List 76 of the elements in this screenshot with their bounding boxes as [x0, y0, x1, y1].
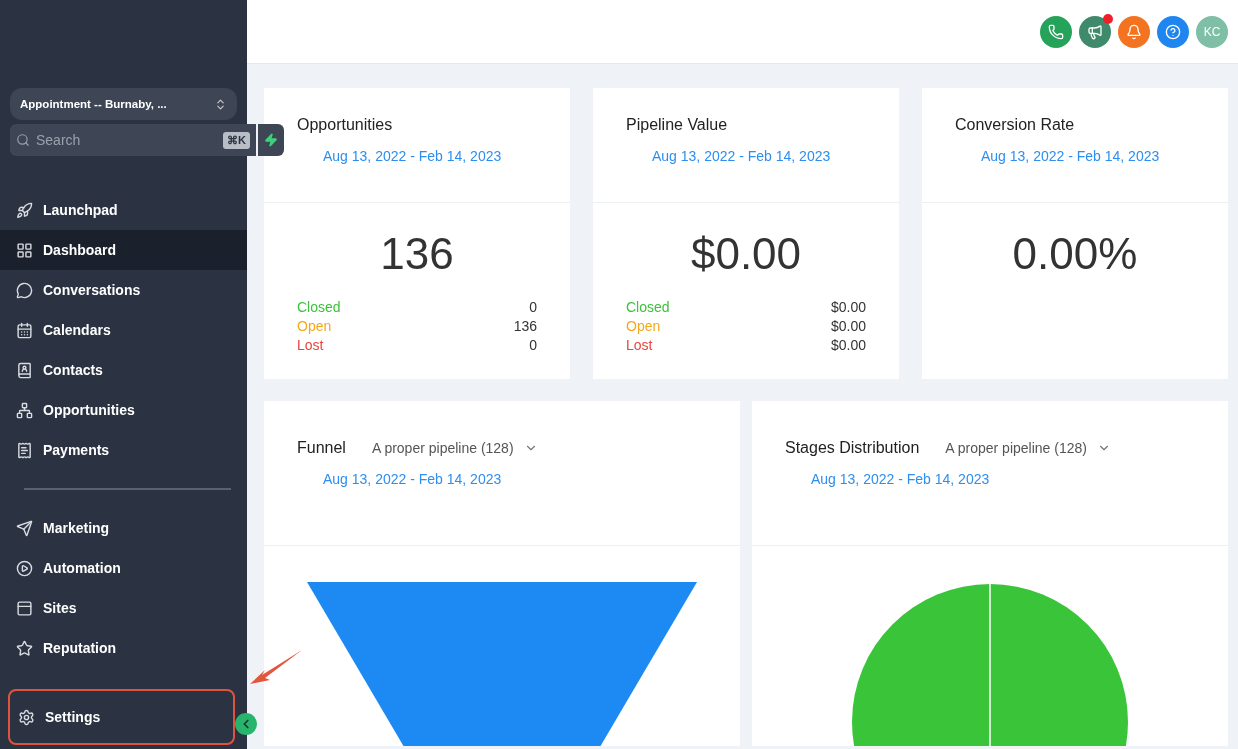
megaphone-button[interactable]: [1079, 15, 1111, 48]
sidebar-item-label: Launchpad: [43, 202, 118, 218]
network-icon: [16, 401, 33, 419]
grid-icon: [16, 241, 33, 259]
sidebar-item-label: Automation: [43, 560, 121, 576]
sidebar-item[interactable]: Marketing: [0, 508, 247, 548]
settings-icon: [18, 708, 35, 726]
sidebar-item-label: Sites: [43, 600, 77, 616]
status-value: 0: [529, 299, 537, 315]
search-icon: [16, 133, 30, 147]
sidebar-item[interactable]: Dashboard: [0, 230, 247, 270]
card-title: Opportunities: [297, 116, 394, 134]
stat-value: 136: [379, 229, 455, 279]
calendar-icon: [16, 321, 33, 339]
quick-action-button[interactable]: [257, 124, 284, 156]
stat-value: $0.00: [689, 229, 803, 279]
search-field[interactable]: Search ⌘K: [10, 124, 256, 156]
sidebar-item[interactable]: Payments: [0, 430, 247, 470]
pipeline-dropdown[interactable]: A proper pipeline (128): [371, 440, 538, 456]
lightning-icon: [263, 133, 278, 147]
phone-icon: [1048, 23, 1064, 40]
receipt-icon: [16, 441, 33, 459]
stat-value: 0.00%: [1011, 229, 1139, 279]
card-title: Funnel: [297, 439, 346, 457]
sidebar-item-label: Marketing: [43, 520, 110, 536]
sidebar-item[interactable]: Calendars: [0, 310, 247, 350]
card-title: Pipeline Value: [626, 116, 729, 134]
sidebar-item[interactable]: Sites: [0, 588, 247, 628]
sidebar-item-label: Opportunities: [43, 402, 135, 418]
search-input[interactable]: Search: [34, 131, 219, 149]
notification-dot: [1103, 13, 1113, 24]
status-value: $0.00: [830, 299, 866, 315]
card-title: Stages Distribution: [785, 439, 920, 457]
phone-button[interactable]: [1040, 15, 1072, 48]
bell-button[interactable]: [1118, 15, 1150, 48]
paper-plane-icon: [16, 519, 33, 537]
help-button[interactable]: [1157, 15, 1189, 48]
contact-book-icon: [16, 361, 33, 379]
sidebar-item-label: Reputation: [43, 640, 117, 656]
settings-item[interactable]: Settings: [8, 689, 235, 745]
sidebar-item-label: Calendars: [43, 322, 111, 338]
sidebar-item[interactable]: Launchpad: [0, 190, 247, 230]
rocket-icon: [16, 201, 33, 219]
chat-bubble-icon: [16, 281, 33, 299]
sidebar-item[interactable]: Reputation: [0, 628, 247, 668]
browser-window-icon: [16, 599, 33, 617]
star-icon: [16, 639, 33, 657]
shortcut-key: ⌘K: [223, 131, 250, 149]
status-value: 0: [529, 337, 537, 353]
sidebar-item[interactable]: Conversations: [0, 270, 247, 310]
status-value: $0.00: [830, 337, 866, 353]
collapse-button[interactable]: [235, 713, 257, 735]
status-value: 136: [513, 318, 537, 334]
sidebar-item-label: Contacts: [43, 362, 103, 378]
megaphone-icon: [1087, 23, 1103, 40]
play-circle-icon: [16, 559, 33, 577]
chevrons-icon: [214, 97, 227, 111]
sidebar-item-label: Dashboard: [43, 242, 117, 258]
location-selector[interactable]: Appointment -- Burnaby, ...: [10, 88, 237, 120]
bell-icon: [1126, 23, 1142, 40]
status-label: Closed: [626, 299, 670, 315]
help-icon: [1165, 23, 1181, 40]
status-label: Open: [297, 318, 332, 334]
sidebar-item-label: Conversations: [43, 282, 141, 298]
sidebar-item[interactable]: Automation: [0, 548, 247, 588]
status-label: Lost: [626, 337, 653, 353]
sidebar-item[interactable]: Contacts: [0, 350, 247, 390]
status-label: Closed: [297, 299, 341, 315]
status-label: Open: [626, 318, 661, 334]
status-label: Lost: [297, 337, 324, 353]
status-value: $0.00: [830, 318, 866, 334]
settings-label: Settings: [45, 709, 101, 725]
card-title: Conversion Rate: [955, 116, 1076, 134]
sidebar-item[interactable]: Opportunities: [0, 390, 247, 430]
sidebar-item-label: Payments: [43, 442, 110, 458]
pipeline-dropdown[interactable]: A proper pipeline (128): [945, 440, 1111, 456]
